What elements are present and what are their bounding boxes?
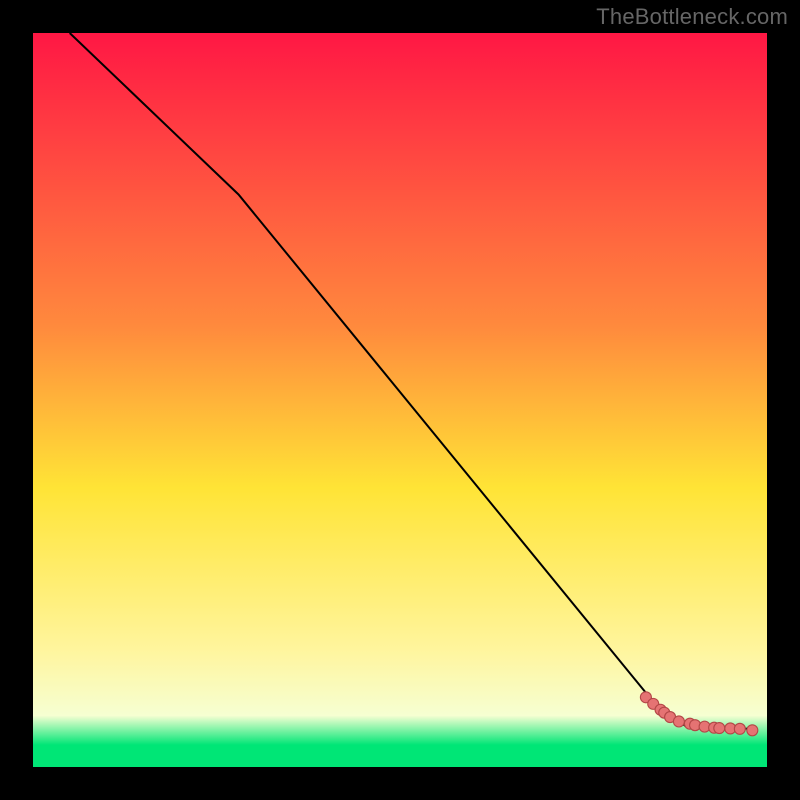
plot-area — [33, 33, 767, 767]
sample-points — [640, 692, 757, 736]
chart-stage: TheBottleneck.com — [0, 0, 800, 800]
sample-dot — [714, 723, 725, 734]
sample-dot — [747, 725, 758, 736]
chart-overlay — [33, 33, 767, 767]
sample-dot — [673, 716, 684, 727]
sample-dot — [734, 723, 745, 734]
watermark-text: TheBottleneck.com — [596, 4, 788, 30]
bottleneck-curve — [70, 33, 753, 729]
